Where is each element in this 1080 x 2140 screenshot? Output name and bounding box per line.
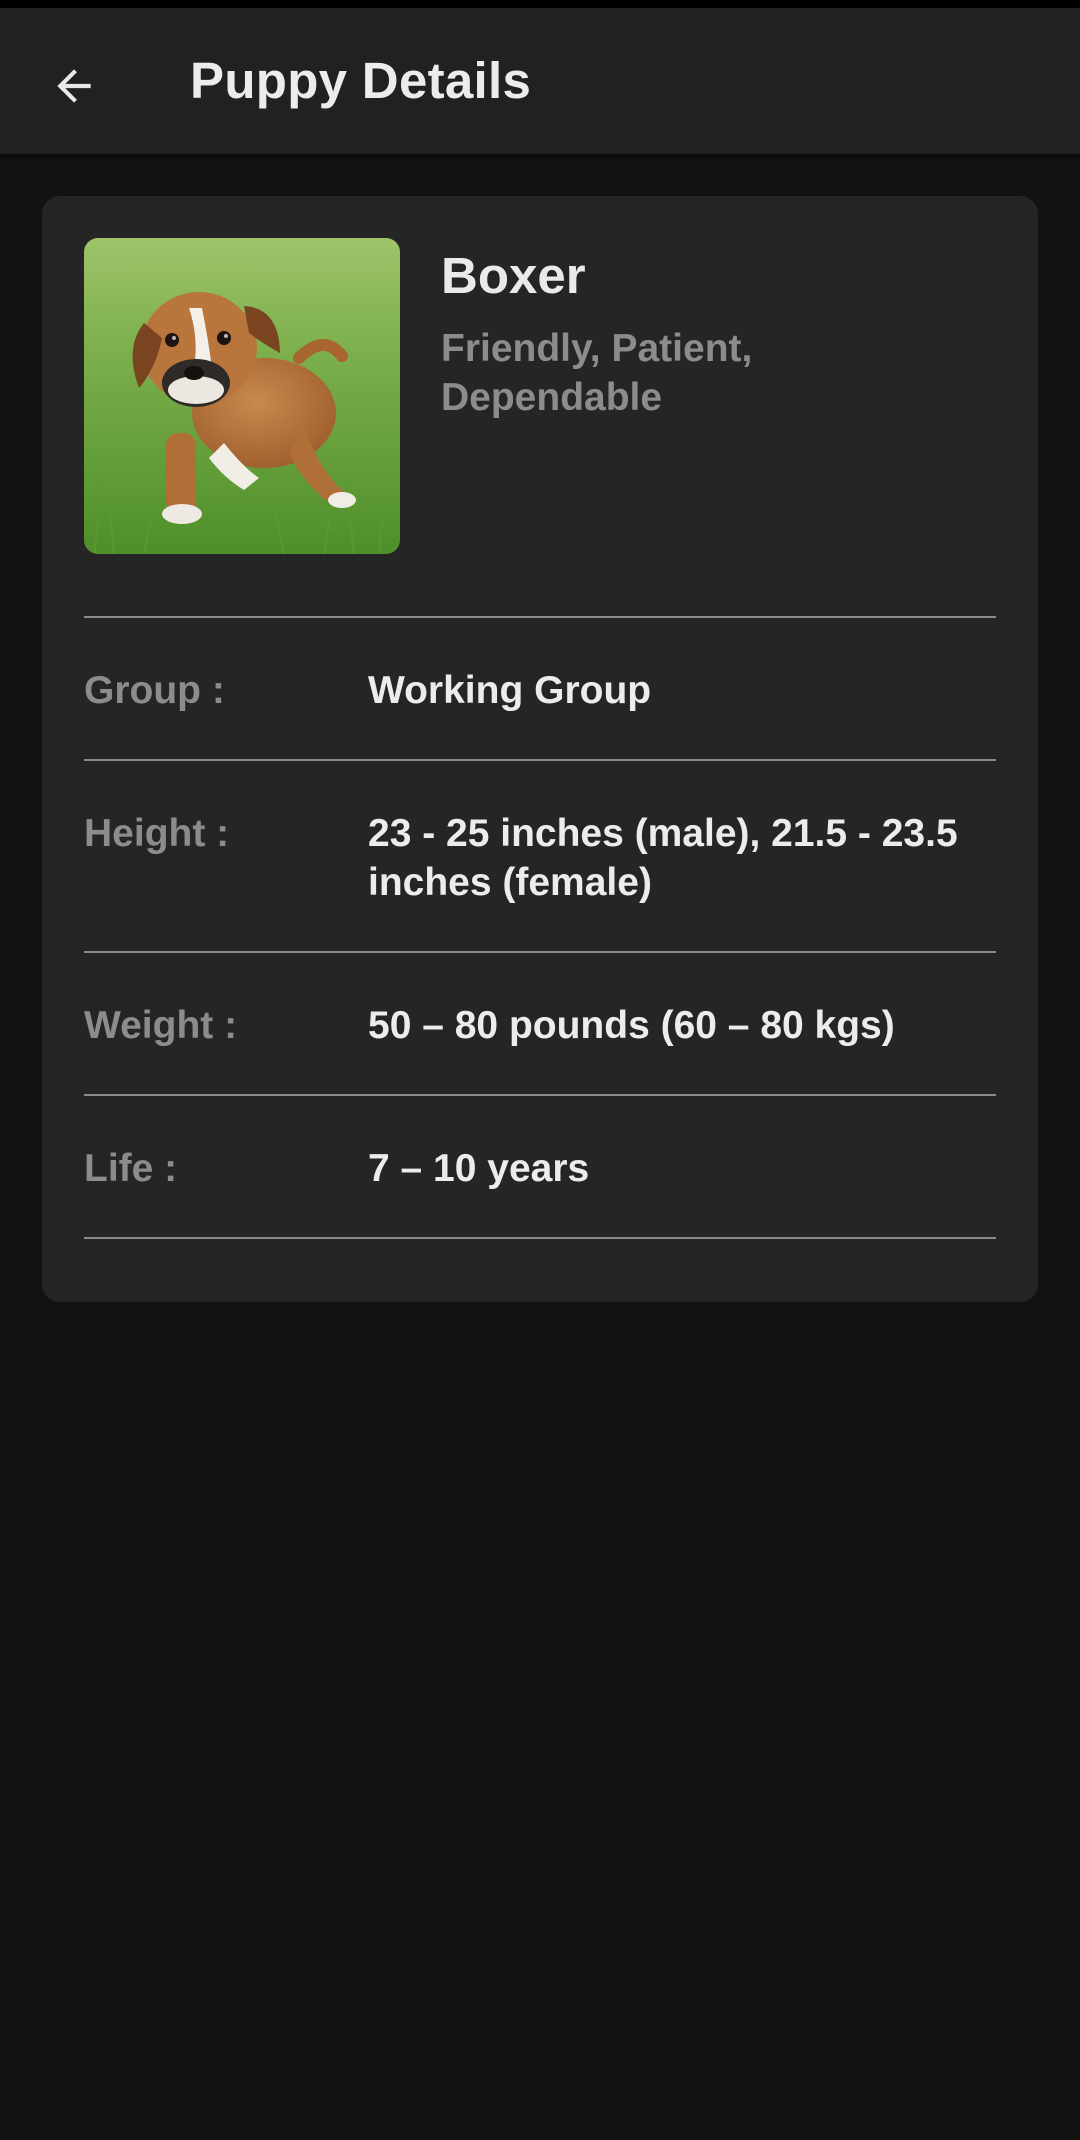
divider: [84, 1094, 996, 1096]
divider: [84, 1237, 996, 1239]
divider: [84, 951, 996, 953]
weight-label: Weight :: [84, 1004, 238, 1047]
height-label: Height :: [84, 812, 230, 855]
app-bar: Puppy Details: [0, 8, 1080, 154]
life-label: Life :: [84, 1147, 178, 1190]
group-label: Group :: [84, 669, 225, 712]
puppy-detail-card: Boxer Friendly, Patient, Dependable Grou…: [42, 196, 1038, 1302]
status-bar: [0, 0, 1080, 8]
page-title: Puppy Details: [190, 52, 532, 109]
puppy-photo: [84, 238, 400, 554]
divider: [84, 759, 996, 761]
weight-value: 50 – 80 pounds (60 – 80 kgs): [368, 1004, 895, 1047]
breed-name: Boxer: [441, 247, 586, 304]
group-value: Working Group: [368, 669, 652, 712]
breed-temperament: Friendly, Patient, Dependable: [441, 327, 753, 419]
life-value: 7 – 10 years: [368, 1147, 590, 1190]
arrow-left-icon: [57, 69, 91, 103]
back-button[interactable]: [36, 48, 112, 124]
divider: [84, 616, 996, 618]
height-value: 23 - 25 inches (male), 21.5 - 23.5 inche…: [368, 812, 958, 904]
